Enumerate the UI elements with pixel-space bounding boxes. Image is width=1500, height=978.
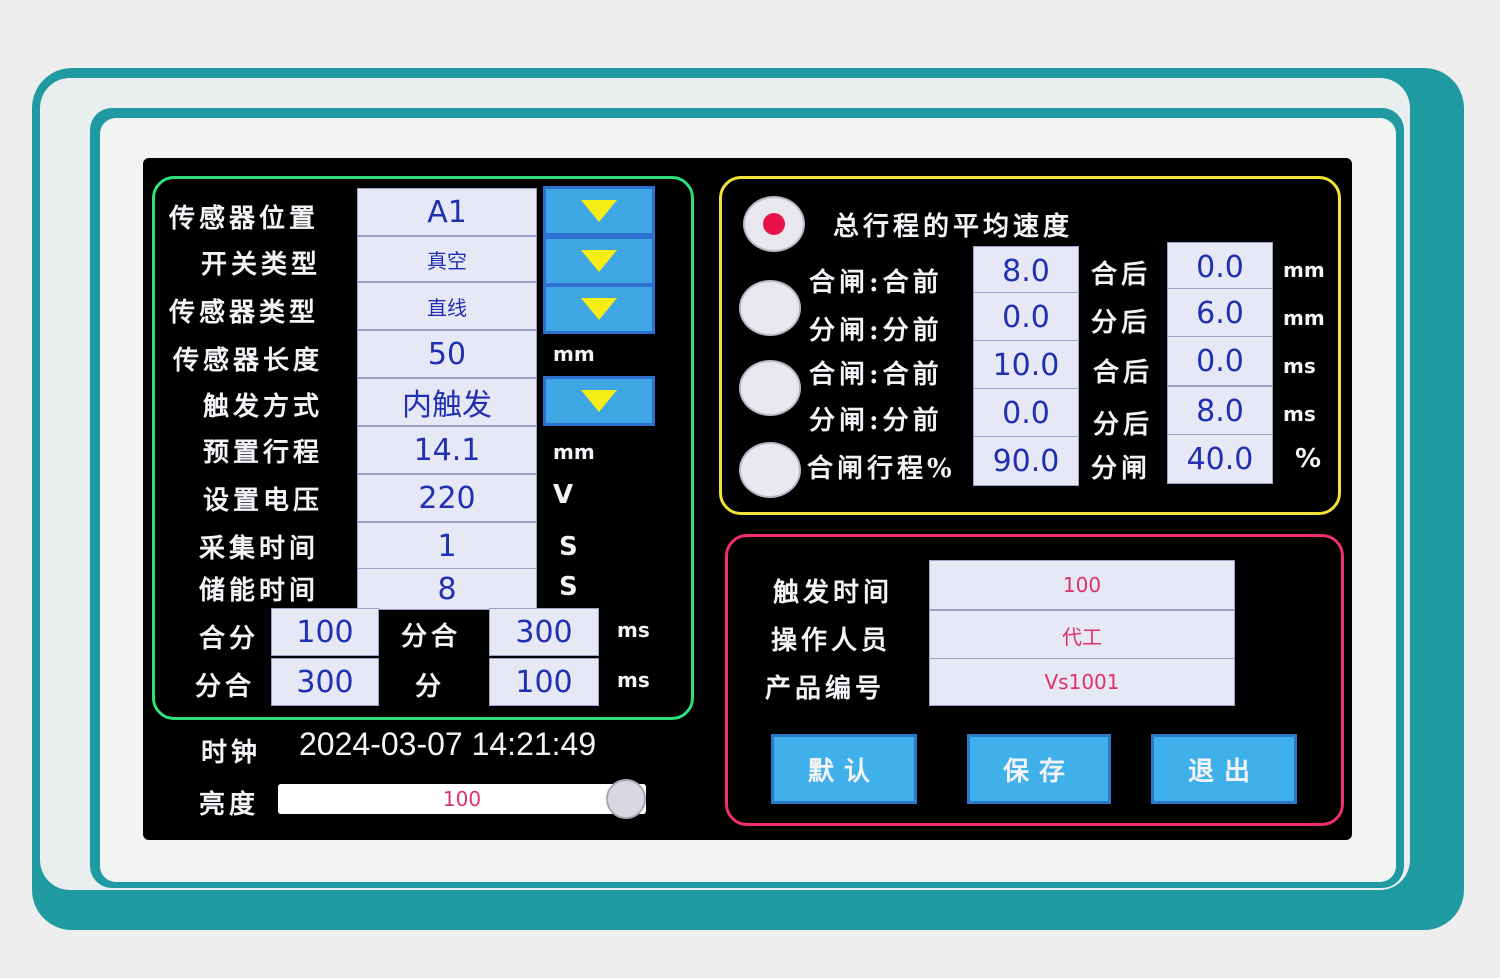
- acquisition-time-field[interactable]: 1: [357, 522, 537, 570]
- acquisition-time-label: 采集时间: [199, 534, 320, 564]
- speed-row-3-unit: ms: [1283, 402, 1316, 426]
- speed-row-0-value1[interactable]: 8.0: [973, 246, 1079, 296]
- speed-row-2-label: 合闸:合前: [809, 360, 943, 390]
- speed-option-2-radio[interactable]: [739, 360, 801, 416]
- sensor-position-dropdown-button[interactable]: [543, 186, 655, 236]
- speed-row-4-value1[interactable]: 90.0: [973, 436, 1079, 486]
- speed-row-2-label2: 合后: [1093, 358, 1154, 388]
- chevron-down-icon: [581, 298, 617, 320]
- speed-row-4-label2: 分闸: [1091, 454, 1152, 484]
- speed-row-3-value2[interactable]: 8.0: [1167, 386, 1273, 436]
- open-close-2-field[interactable]: 300: [271, 658, 379, 706]
- brightness-slider[interactable]: 100: [278, 779, 646, 819]
- trigger-mode-dropdown-button[interactable]: [543, 376, 655, 426]
- speed-row-1-unit: mm: [1283, 306, 1325, 330]
- sensor-length-unit: mm: [553, 342, 595, 366]
- default-button[interactable]: 默认: [771, 734, 917, 804]
- energy-storage-time-unit: S: [559, 572, 578, 602]
- trigger-time-field[interactable]: 100: [929, 560, 1235, 610]
- average-speed-title: 总行程的平均速度: [833, 212, 1074, 242]
- speed-row-3-value1[interactable]: 0.0: [973, 388, 1079, 438]
- preset-stroke-unit: mm: [553, 440, 595, 464]
- speed-row-0-unit: mm: [1283, 258, 1325, 282]
- preset-stroke-label: 预置行程: [203, 438, 324, 468]
- trigger-mode-label: 触发方式: [203, 392, 324, 422]
- sensor-length-label: 传感器长度: [173, 346, 324, 376]
- set-voltage-label: 设置电压: [203, 486, 324, 516]
- chevron-down-icon: [581, 200, 617, 222]
- speed-row-2-unit: ms: [1283, 354, 1316, 378]
- pair-2-unit: ms: [617, 668, 650, 692]
- open-close-field[interactable]: 300: [489, 608, 599, 656]
- sensor-type-dropdown-button[interactable]: [543, 284, 655, 334]
- pair-1-unit: ms: [617, 618, 650, 642]
- speed-row-0-label2: 合后: [1091, 260, 1152, 290]
- speed-row-1-value1[interactable]: 0.0: [973, 292, 1079, 342]
- sensor-type-label: 传感器类型: [169, 298, 320, 328]
- speed-row-1-label: 分闸:分前: [809, 316, 943, 346]
- speed-row-3-label2: 分后: [1093, 410, 1154, 440]
- sensor-position-label: 传感器位置: [169, 204, 320, 234]
- set-voltage-field[interactable]: 220: [357, 474, 537, 522]
- speed-option-0-radio[interactable]: [743, 196, 805, 252]
- preset-stroke-field[interactable]: 14.1: [357, 426, 537, 474]
- switch-type-dropdown-button[interactable]: [543, 236, 655, 286]
- speed-row-1-label2: 分后: [1091, 308, 1152, 338]
- speed-option-3-radio[interactable]: [739, 442, 801, 498]
- save-button[interactable]: 保存: [967, 734, 1111, 804]
- clock-label: 时钟: [201, 738, 262, 768]
- speed-row-0-value2[interactable]: 0.0: [1167, 242, 1273, 292]
- exit-button[interactable]: 退出: [1151, 734, 1297, 804]
- speed-row-0-label: 合闸:合前: [809, 268, 943, 298]
- sensor-position-field[interactable]: A1: [357, 188, 537, 236]
- operator-label: 操作人员: [771, 626, 892, 656]
- speed-row-3-label: 分闸:分前: [809, 406, 943, 436]
- speed-row-2-value2[interactable]: 0.0: [1167, 336, 1273, 386]
- sensor-length-field[interactable]: 50: [357, 330, 537, 378]
- brightness-slider-handle[interactable]: [606, 779, 646, 819]
- close-open-label: 合分: [199, 624, 260, 654]
- switch-type-field[interactable]: 真空: [357, 236, 537, 282]
- speed-option-1-radio[interactable]: [739, 280, 801, 336]
- speed-row-4-value2[interactable]: 40.0: [1167, 434, 1273, 484]
- energy-storage-time-field[interactable]: 8: [357, 568, 537, 610]
- product-number-field[interactable]: Vs1001: [929, 658, 1235, 706]
- chevron-down-icon: [581, 390, 617, 412]
- trigger-time-label: 触发时间: [773, 578, 894, 608]
- acquisition-time-unit: S: [559, 532, 578, 562]
- clock-value: 2024-03-07 14:21:49: [299, 726, 597, 762]
- speed-row-1-value2[interactable]: 6.0: [1167, 288, 1273, 338]
- trigger-mode-field[interactable]: 内触发: [357, 378, 537, 426]
- open-label: 分: [415, 672, 446, 702]
- hmi-screen: 传感器位置 A1 开关类型 真空 传感器类型 直线 传感器长度 50 mm 触发…: [143, 158, 1352, 840]
- speed-row-4-unit: %: [1295, 444, 1322, 474]
- open-field[interactable]: 100: [489, 658, 599, 706]
- energy-storage-time-label: 储能时间: [199, 576, 320, 606]
- chevron-down-icon: [581, 250, 617, 272]
- open-close-2-label: 分合: [195, 672, 256, 702]
- speed-row-2-value1[interactable]: 10.0: [973, 340, 1079, 390]
- set-voltage-unit: V: [553, 480, 574, 510]
- speed-row-4-label: 合闸行程%: [807, 454, 956, 484]
- brightness-value: 100: [442, 787, 482, 811]
- open-close-label: 分合: [401, 622, 462, 652]
- close-open-field[interactable]: 100: [271, 608, 379, 656]
- switch-type-label: 开关类型: [201, 250, 322, 280]
- radio-selected-icon: [763, 213, 785, 235]
- product-number-label: 产品编号: [765, 674, 886, 704]
- brightness-label: 亮度: [199, 790, 260, 820]
- operator-field[interactable]: 代工: [929, 610, 1235, 660]
- sensor-type-field[interactable]: 直线: [357, 282, 537, 330]
